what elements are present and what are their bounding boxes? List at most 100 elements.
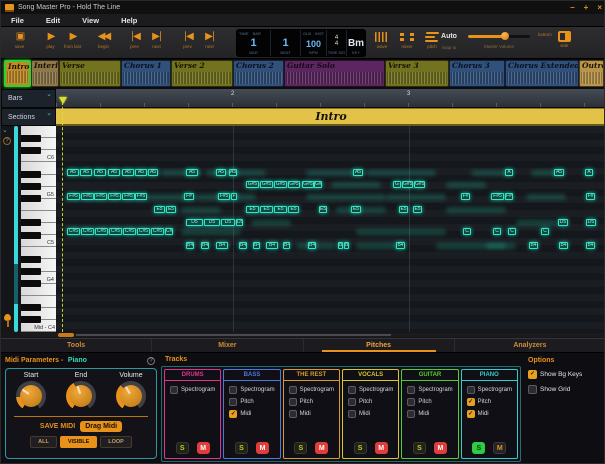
midi-note[interactable]: B4 bbox=[559, 242, 568, 249]
snap-value[interactable]: Auto bbox=[434, 33, 464, 40]
midi-note[interactable]: B4 bbox=[239, 242, 247, 249]
check-row-midi[interactable]: Midi bbox=[407, 410, 457, 418]
display-tab-bar[interactable]: BAR bbox=[253, 31, 261, 36]
midi-note[interactable]: E5 bbox=[154, 206, 165, 213]
midi-note[interactable]: E5 bbox=[274, 206, 287, 213]
pin-icon[interactable] bbox=[4, 314, 11, 321]
midi-note[interactable]: B4 bbox=[186, 242, 194, 249]
playhead-marker[interactable] bbox=[59, 97, 67, 104]
midi-note[interactable]: F#5 bbox=[67, 193, 80, 200]
check-row-spectrogram[interactable]: Spectrogram bbox=[467, 386, 517, 394]
next-beat-button[interactable]: ▶∣next bbox=[199, 30, 220, 49]
black-key[interactable] bbox=[21, 304, 41, 311]
midi-checkbox[interactable] bbox=[289, 410, 297, 418]
pitch-checkbox[interactable]: ✓ bbox=[467, 398, 475, 406]
song-section-chorus-1[interactable]: Chorus 1 bbox=[121, 60, 171, 87]
option-show-bg-keys[interactable]: ✓Show Bg Keys bbox=[528, 370, 603, 379]
option-checkbox[interactable] bbox=[528, 385, 537, 394]
menu-item-file[interactable]: File bbox=[11, 16, 24, 25]
wave-button[interactable]: wave bbox=[373, 31, 391, 49]
display-tab-inst[interactable]: INST bbox=[315, 31, 324, 36]
current-section-band[interactable]: Intro bbox=[56, 108, 605, 126]
midi-note[interactable]: C#5 bbox=[123, 228, 136, 235]
midi-note[interactable]: G#5 bbox=[302, 181, 314, 188]
check-row-pitch[interactable]: Pitch bbox=[407, 398, 457, 406]
master-volume-slider[interactable] bbox=[468, 35, 530, 38]
knob-start[interactable]: Start bbox=[9, 372, 53, 411]
midi-note[interactable]: C bbox=[508, 228, 516, 235]
midi-note[interactable]: C#5 bbox=[109, 228, 122, 235]
midi-note[interactable]: B4 bbox=[344, 242, 349, 249]
midi-note[interactable]: B4 bbox=[529, 242, 538, 249]
midi-note[interactable]: C#5 bbox=[165, 228, 173, 235]
midi-note[interactable]: D5 bbox=[558, 219, 568, 226]
midi-note[interactable]: G#5 bbox=[402, 181, 413, 188]
song-section-chorus-extended[interactable]: Chorus Extended bbox=[505, 60, 579, 87]
black-key[interactable] bbox=[21, 219, 41, 226]
piano-keyboard[interactable]: C6G5C5G4Mid - C4 bbox=[21, 126, 56, 332]
midi-note[interactable]: B4 bbox=[201, 242, 209, 249]
midi-note[interactable]: F# bbox=[184, 193, 194, 200]
check-row-midi[interactable]: ✓Midi bbox=[467, 410, 517, 418]
display-tab-time[interactable]: TIME bbox=[239, 31, 249, 36]
midi-note[interactable]: D5 bbox=[221, 219, 235, 226]
midi-note[interactable]: E5 bbox=[246, 206, 259, 213]
black-key[interactable] bbox=[21, 135, 41, 142]
menu-item-edit[interactable]: Edit bbox=[46, 16, 60, 25]
midi-note[interactable]: C#5 bbox=[81, 228, 94, 235]
midi-note[interactable]: B4 bbox=[253, 242, 260, 249]
midi-note[interactable]: A5 bbox=[216, 169, 226, 176]
snap-to-control[interactable]: Auto snap to bbox=[434, 33, 464, 50]
black-key[interactable] bbox=[21, 280, 41, 287]
maximize-button[interactable]: + bbox=[584, 1, 589, 14]
save-button[interactable]: ▣save bbox=[9, 30, 30, 49]
midi-note[interactable]: F#5 bbox=[218, 193, 230, 200]
check-row-spectrogram[interactable]: Spectrogram bbox=[348, 386, 398, 394]
midi-note[interactable]: F#5 bbox=[122, 193, 135, 200]
midi-note[interactable]: F# bbox=[586, 193, 595, 200]
chevron-down-icon[interactable]: ⌄ bbox=[2, 126, 8, 134]
midi-note[interactable]: D5 bbox=[586, 219, 596, 226]
midi-checkbox[interactable]: ✓ bbox=[229, 410, 237, 418]
midi-note[interactable]: A5 bbox=[108, 169, 120, 176]
midi-note[interactable]: A5 bbox=[186, 169, 198, 176]
midi-note[interactable]: G#5 bbox=[274, 181, 287, 188]
play-button[interactable]: ▶play bbox=[40, 30, 61, 49]
chevron-down-icon[interactable]: ⌄ bbox=[46, 109, 52, 117]
midi-note[interactable]: F# bbox=[461, 193, 470, 200]
check-row-spectrogram[interactable]: Spectrogram bbox=[289, 386, 339, 394]
spectrogram-checkbox[interactable] bbox=[229, 386, 237, 394]
midi-note[interactable]: A5 bbox=[148, 169, 158, 176]
midi-note[interactable]: C bbox=[463, 228, 471, 235]
midi-note[interactable]: A5 bbox=[80, 169, 92, 176]
check-row-pitch[interactable]: Pitch bbox=[229, 398, 279, 406]
midi-note[interactable]: D5 bbox=[186, 219, 203, 226]
help-icon[interactable]: ? bbox=[147, 357, 155, 365]
black-key[interactable] bbox=[21, 183, 41, 190]
minimize-button[interactable]: – bbox=[570, 1, 574, 14]
midi-checkbox[interactable] bbox=[407, 410, 415, 418]
scope-all-button[interactable]: ALL bbox=[30, 436, 57, 448]
midi-note[interactable]: B4 bbox=[586, 242, 595, 249]
check-row-pitch[interactable]: Pitch bbox=[348, 398, 398, 406]
solo-button[interactable]: S bbox=[354, 442, 367, 454]
black-key[interactable] bbox=[21, 232, 41, 239]
midi-note[interactable]: D5 bbox=[236, 219, 243, 226]
knob-volume[interactable]: Volume bbox=[109, 372, 153, 411]
spectrogram-checkbox[interactable] bbox=[348, 386, 356, 394]
tab-mixer[interactable]: Mixer bbox=[152, 339, 303, 352]
knob-dial[interactable] bbox=[116, 381, 146, 411]
menu-item-view[interactable]: View bbox=[82, 16, 99, 25]
song-section-verse[interactable]: Verse bbox=[59, 60, 121, 87]
pitch-checkbox[interactable] bbox=[348, 398, 356, 406]
menu-item-help[interactable]: Help bbox=[121, 16, 137, 25]
midi-note[interactable]: G#5 bbox=[246, 181, 259, 188]
from-last-button[interactable]: ▶from last bbox=[62, 30, 83, 49]
pitch-checkbox[interactable] bbox=[229, 398, 237, 406]
check-row-pitch[interactable]: Pitch bbox=[289, 398, 339, 406]
bars-ruler[interactable]: 23 bbox=[56, 89, 605, 108]
black-key[interactable] bbox=[21, 195, 41, 202]
check-row-midi[interactable]: Midi bbox=[289, 410, 339, 418]
option-show-grid[interactable]: Show Grid bbox=[528, 385, 603, 394]
mixer-button[interactable]: mixer bbox=[398, 31, 416, 49]
